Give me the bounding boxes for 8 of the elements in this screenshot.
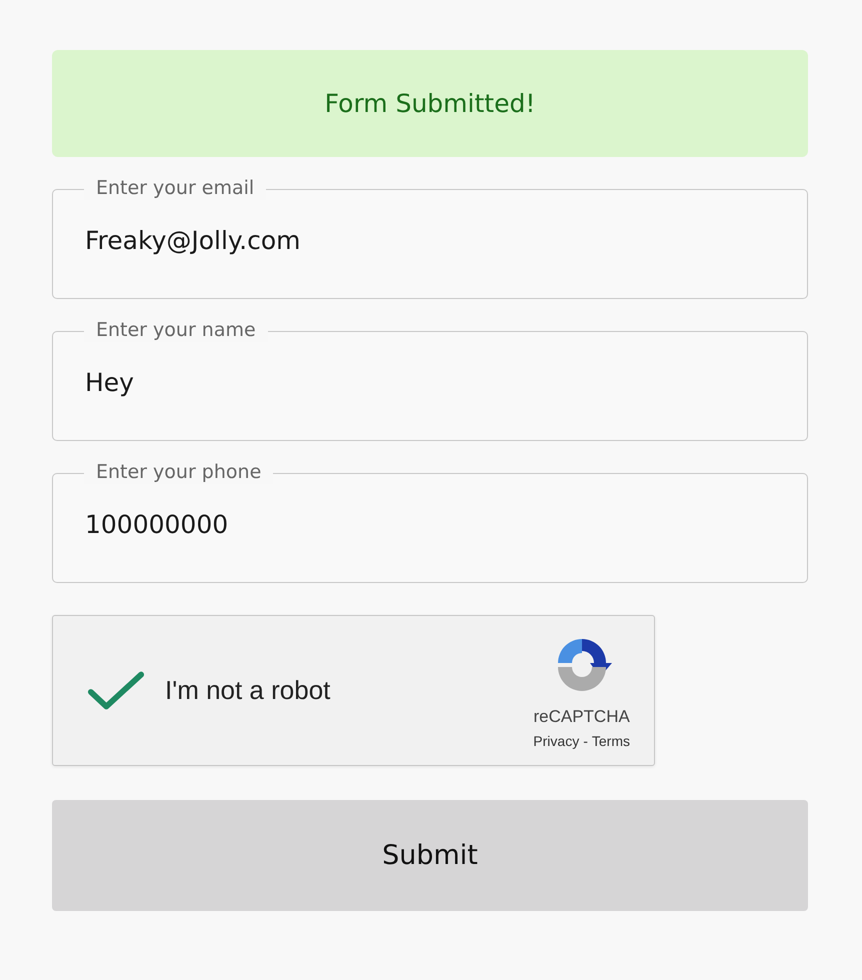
recaptcha-brand: reCAPTCHA — [533, 706, 630, 726]
submit-button[interactable]: Submit — [52, 800, 808, 911]
alert-message: Form Submitted! — [324, 89, 536, 118]
link-separator: - — [583, 732, 588, 748]
captcha-label: I'm not a robot — [165, 675, 330, 706]
checkmark-icon[interactable] — [87, 670, 145, 712]
privacy-link[interactable]: Privacy — [533, 732, 580, 748]
terms-link[interactable]: Terms — [592, 732, 630, 748]
